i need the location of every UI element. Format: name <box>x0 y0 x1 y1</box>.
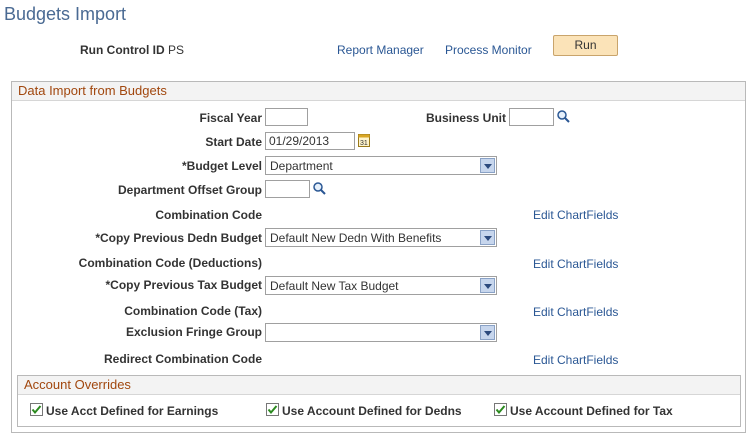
exclusion-fringe-label: Exclusion Fringe Group <box>125 325 262 339</box>
copy-dedn-value: Default New Dedn With Benefits <box>270 231 442 245</box>
business-unit-label: Business Unit <box>425 111 506 125</box>
dept-offset-lookup-icon[interactable] <box>312 181 327 196</box>
business-unit-input[interactable] <box>509 108 554 126</box>
chevron-down-icon[interactable] <box>480 325 495 340</box>
copy-tax-select[interactable]: Default New Tax Budget <box>265 276 497 295</box>
chevron-down-icon[interactable] <box>480 158 495 173</box>
tax-checkbox-label: Use Account Defined for Tax <box>510 404 673 418</box>
report-manager-link[interactable]: Report Manager <box>337 43 424 57</box>
fiscal-year-label: Fiscal Year <box>199 111 263 125</box>
svg-text:31: 31 <box>360 140 368 147</box>
exclusion-fringe-select[interactable] <box>265 323 497 342</box>
account-overrides-groupbox: Account Overrides <box>17 375 741 427</box>
checkbox-earnings[interactable] <box>30 403 43 416</box>
account-overrides-header: Account Overrides <box>18 376 740 395</box>
checkbox-dedns[interactable] <box>266 403 279 416</box>
dept-offset-input[interactable] <box>265 180 310 198</box>
start-date-input[interactable]: 01/29/2013 <box>265 132 355 150</box>
edit-chartfields-redirect-link[interactable]: Edit ChartFields <box>533 353 618 367</box>
start-date-label: Start Date <box>205 135 262 149</box>
fiscal-year-input[interactable] <box>265 108 308 126</box>
copy-dedn-select[interactable]: Default New Dedn With Benefits <box>265 228 497 247</box>
process-monitor-link[interactable]: Process Monitor <box>445 43 532 57</box>
run-control-label: Run Control ID <box>80 43 165 57</box>
edit-chartfields-link[interactable]: Edit ChartFields <box>533 208 618 222</box>
chevron-down-icon[interactable] <box>480 278 495 293</box>
earnings-checkbox-label: Use Acct Defined for Earnings <box>46 404 219 418</box>
copy-dedn-label: *Copy Previous Dedn Budget <box>95 231 262 245</box>
budget-level-select[interactable]: Department <box>265 156 497 175</box>
edit-chartfields-dedn-link[interactable]: Edit ChartFields <box>533 257 618 271</box>
budget-level-value: Department <box>270 159 333 173</box>
budget-level-label: *Budget Level <box>181 159 262 173</box>
copy-tax-value: Default New Tax Budget <box>270 279 399 293</box>
combination-code-dedn-label: Combination Code (Deductions) <box>78 256 262 270</box>
dedns-checkbox-label: Use Account Defined for Dedns <box>282 404 462 418</box>
page-title: Budgets Import <box>4 4 127 24</box>
data-import-header: Data Import from Budgets <box>12 82 745 101</box>
run-button[interactable]: Run <box>553 35 618 56</box>
business-unit-lookup-icon[interactable] <box>556 109 571 124</box>
checkbox-tax[interactable] <box>494 403 507 416</box>
combination-code-tax-label: Combination Code (Tax) <box>124 304 262 318</box>
combination-code-label: Combination Code <box>155 208 262 222</box>
chevron-down-icon[interactable] <box>480 230 495 245</box>
edit-chartfields-tax-link[interactable]: Edit ChartFields <box>533 305 618 319</box>
dept-offset-label: Department Offset Group <box>117 183 262 197</box>
calendar-icon[interactable]: 31 <box>358 133 371 148</box>
redirect-combination-label: Redirect Combination Code <box>103 352 262 366</box>
run-control-value: PS <box>168 43 185 57</box>
copy-tax-label: *Copy Previous Tax Budget <box>105 278 262 292</box>
